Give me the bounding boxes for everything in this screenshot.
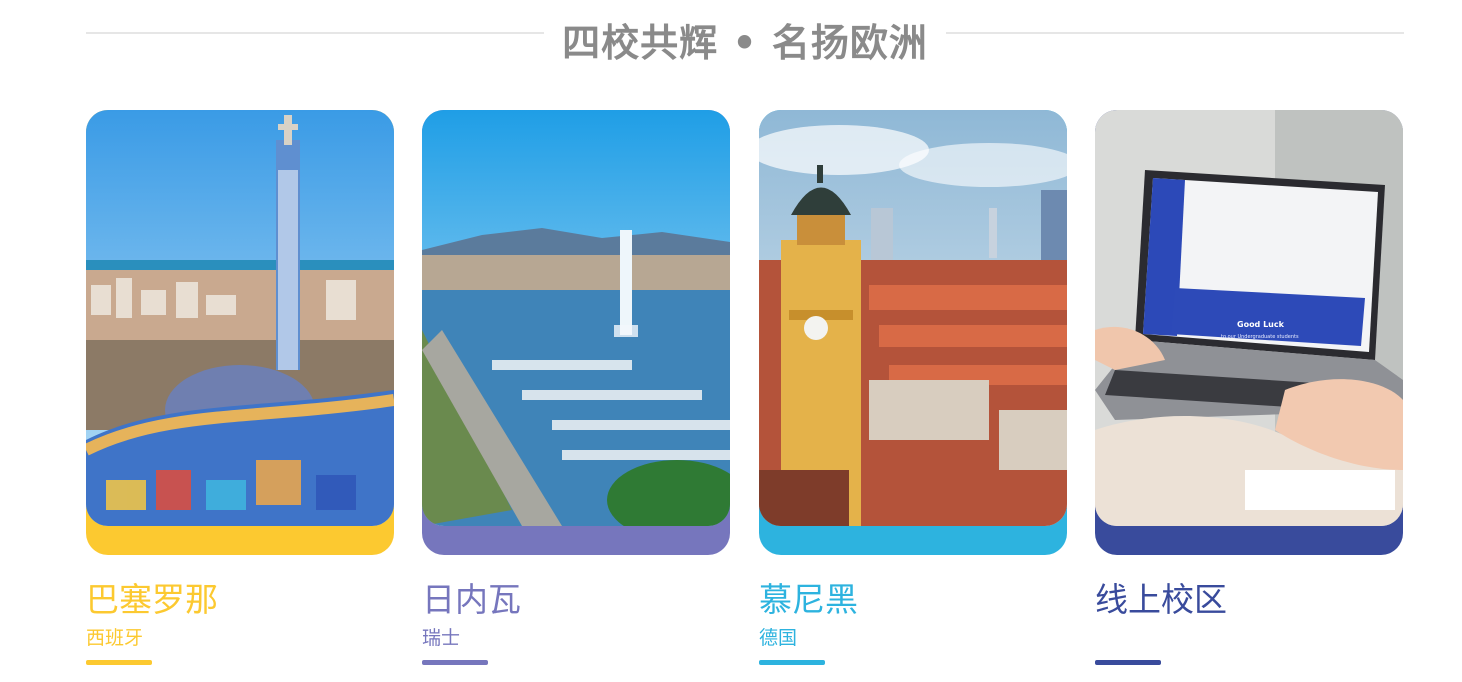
campus-photo-online[interactable]: Good Luck to our Undergraduate students (1095, 110, 1403, 526)
campus-accent-underline (1095, 660, 1161, 665)
campus-photo-barcelona[interactable] (86, 110, 394, 526)
campus-city-name[interactable]: 线上校区 (1095, 580, 1227, 620)
laptop-banner-subtext: to our Undergraduate students (1221, 334, 1299, 340)
laptop-banner-text: Good Luck (1237, 320, 1285, 329)
campus-country-name: 西班牙 (86, 627, 144, 649)
campus-country-name: 瑞士 (422, 627, 461, 649)
section-header: 四校共辉 • 名扬欧洲 (86, 8, 1404, 65)
campus-city-name[interactable]: 慕尼黑 (759, 580, 858, 620)
header-divider-right (946, 32, 1404, 34)
campus-photo-munich[interactable] (759, 110, 1067, 526)
campus-city-name[interactable]: 巴塞罗那 (86, 580, 218, 620)
campus-accent-underline (422, 660, 488, 665)
section-title: 四校共辉 • 名扬欧洲 (562, 21, 928, 65)
campus-photo-geneva[interactable] (422, 110, 730, 526)
campus-country-name: 德国 (759, 627, 798, 649)
campus-accent-underline (759, 660, 825, 665)
campus-city-name[interactable]: 日内瓦 (422, 580, 521, 620)
campus-accent-underline (86, 660, 152, 665)
